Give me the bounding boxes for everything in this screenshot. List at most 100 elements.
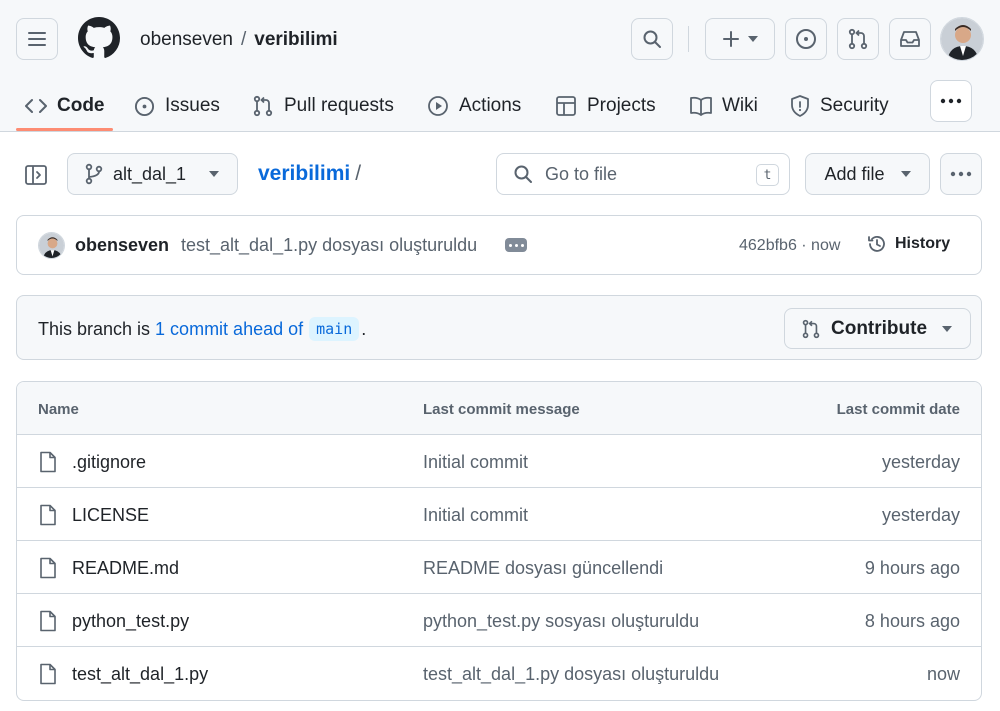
file-icon [38, 557, 58, 579]
base-branch-label[interactable]: main [309, 317, 360, 341]
plus-icon [723, 31, 739, 47]
file-commit-date: yesterday [881, 505, 960, 525]
git-pull-request-icon [848, 28, 868, 50]
branch-name: alt_dal_1 [113, 163, 187, 184]
commits-ahead-link[interactable]: 1 commit ahead of [155, 319, 303, 340]
history-label: History [895, 235, 951, 252]
keyboard-shortcut-hint: t [756, 164, 779, 186]
tab-pull-requests[interactable]: Pull requests [252, 80, 394, 132]
kebab-horizontal-icon [950, 171, 972, 177]
breadcrumb: veribilimi / [258, 162, 361, 186]
table-row[interactable]: .gitignore Initial commit yesterday [17, 435, 981, 488]
tab-label: Security [820, 95, 889, 116]
repo-tabs: Code Issues Pull requests Actions Projec… [0, 80, 1000, 132]
tab-code[interactable]: Code [25, 80, 105, 132]
breadcrumb-repo-link[interactable]: veribilimi [258, 162, 350, 185]
file-name-link[interactable]: python_test.py [72, 611, 189, 632]
file-name-link[interactable]: README.md [72, 558, 179, 579]
go-to-file-placeholder: Go to file [545, 163, 618, 184]
table-row[interactable]: test_alt_dal_1.py test_alt_dal_1.py dosya… [17, 647, 981, 700]
branch-status-prefix: This branch is [38, 318, 151, 339]
branch-selector[interactable]: alt_dal_1 [67, 153, 238, 195]
file-commit-date: 9 hours ago [864, 558, 960, 578]
commit-author[interactable]: obenseven [75, 235, 169, 256]
breadcrumb-separator: / [355, 162, 362, 185]
more-options-button[interactable] [940, 153, 982, 195]
go-to-file-input[interactable]: Go to file t [496, 153, 790, 195]
history-icon [868, 236, 885, 252]
add-file-label: Add file [824, 163, 885, 184]
contribute-label: Contribute [831, 317, 928, 339]
file-commit-date: now [926, 664, 960, 684]
repo-link[interactable]: veribilimi [254, 29, 337, 50]
tab-label: Code [57, 95, 105, 116]
git-pull-request-icon [802, 319, 820, 338]
search-icon [643, 30, 661, 48]
repo-path: obenseven / veribilimi [140, 29, 338, 51]
add-file-button[interactable]: Add file [805, 153, 930, 195]
branch-status-text: This branch is 1 commit ahead of main . [38, 317, 366, 341]
tab-projects[interactable]: Projects [555, 80, 656, 132]
tab-issues[interactable]: Issues [134, 80, 220, 132]
inbox-icon [900, 31, 920, 47]
triangle-down-icon [748, 36, 758, 42]
table-row[interactable]: python_test.py python_test.py sosyası olu… [17, 594, 981, 647]
pull-requests-button[interactable] [837, 18, 879, 60]
more-tabs-button[interactable] [930, 80, 972, 122]
shield-icon [791, 95, 809, 117]
file-icon [38, 663, 58, 685]
file-name-link[interactable]: LICENSE [72, 505, 149, 526]
file-name-link[interactable]: .gitignore [72, 452, 146, 473]
expand-commit-message-button[interactable] [505, 238, 527, 252]
branch-ahead-banner: This branch is 1 commit ahead of main . … [16, 295, 982, 360]
code-icon [25, 99, 47, 113]
history-button[interactable]: History [867, 234, 950, 254]
search-button[interactable] [631, 18, 673, 60]
issues-button[interactable] [785, 18, 827, 60]
create-new-button[interactable] [705, 18, 775, 60]
commit-sha-time[interactable]: 462bfb6 · now [739, 237, 840, 255]
tab-label: Projects [587, 95, 656, 116]
commit-author-avatar[interactable] [38, 232, 65, 259]
file-commit-message-link[interactable]: Initial commit [423, 452, 528, 473]
column-header-name: Name [38, 401, 79, 418]
github-logo-icon[interactable] [78, 17, 120, 59]
contribute-button[interactable]: Contribute [784, 308, 971, 349]
file-commit-message-link[interactable]: README dosyası güncellendi [423, 558, 663, 579]
issue-opened-icon [134, 96, 155, 116]
header-divider [688, 26, 689, 52]
file-commit-date: 8 hours ago [864, 611, 960, 631]
search-icon [514, 165, 532, 183]
file-name-link[interactable]: test_alt_dal_1.py [72, 664, 208, 685]
table-row[interactable]: README.md README dosyası güncellendi 9 hou… [17, 541, 981, 594]
owner-link[interactable]: obenseven [140, 29, 233, 50]
file-icon [38, 451, 58, 473]
commit-message[interactable]: test_alt_dal_1.py dosyası oluşturuldu [181, 235, 477, 256]
table-row[interactable]: LICENSE Initial commit yesterday [17, 488, 981, 541]
file-commit-message-link[interactable]: test_alt_dal_1.py dosyası oluşturuldu [423, 664, 719, 685]
file-commit-message-link[interactable]: python_test.py sosyası oluşturuldu [423, 611, 699, 632]
triangle-down-icon [942, 325, 952, 332]
user-avatar[interactable] [940, 17, 984, 61]
inbox-button[interactable] [889, 18, 931, 60]
tab-actions[interactable]: Actions [427, 80, 521, 132]
file-list-table: Name Last commit message Last commit dat… [16, 381, 982, 701]
play-icon [428, 96, 448, 116]
file-commit-message-link[interactable]: Initial commit [423, 505, 528, 526]
triangle-down-icon [900, 171, 911, 177]
hamburger-icon [28, 32, 46, 46]
file-icon [38, 504, 58, 526]
file-icon [38, 610, 58, 632]
tab-security[interactable]: Security [790, 80, 889, 132]
book-icon [690, 96, 712, 116]
tab-wiki[interactable]: Wiki [690, 80, 758, 132]
file-commit-date: yesterday [881, 452, 960, 472]
sidebar-toggle-button[interactable] [22, 161, 50, 189]
table-icon [556, 96, 576, 116]
menu-button[interactable] [16, 18, 58, 60]
column-header-date: Last commit date [836, 401, 960, 418]
issue-opened-icon [796, 29, 816, 49]
latest-commit-bar: obenseven test_alt_dal_1.py dosyası oluş… [16, 215, 982, 275]
column-header-message: Last commit message [423, 401, 580, 418]
sidebar-expand-icon [25, 165, 47, 185]
